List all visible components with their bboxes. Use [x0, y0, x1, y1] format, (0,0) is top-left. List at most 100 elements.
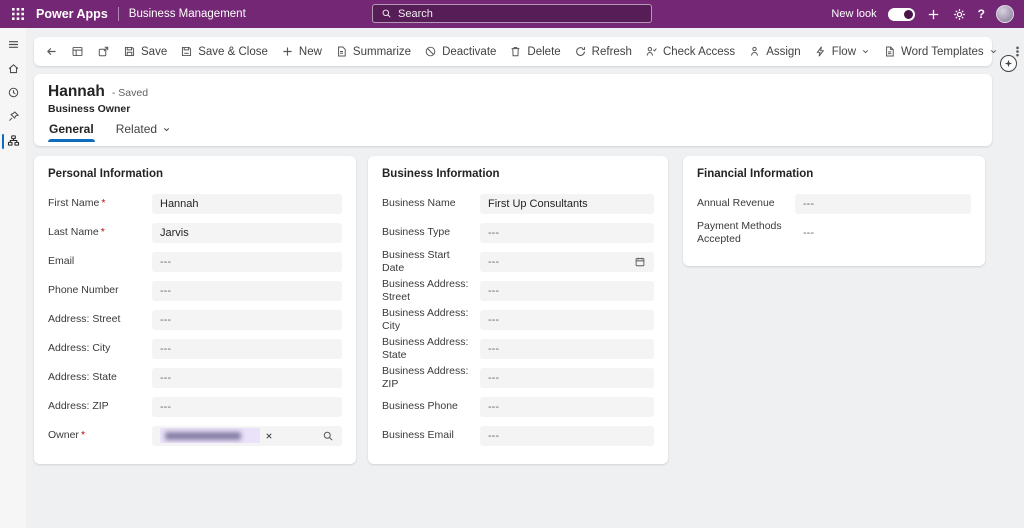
business-address-zip-input[interactable]: ---	[480, 367, 654, 388]
field-label: Last Name	[48, 226, 99, 239]
app-launcher-icon[interactable]	[10, 6, 26, 22]
field-label: Address: ZIP	[48, 400, 109, 413]
section-title: Financial Information	[697, 168, 814, 180]
tab-general[interactable]: General	[48, 122, 95, 142]
tab-related[interactable]: Related	[115, 122, 172, 142]
field-row: Business Type ---	[382, 218, 654, 247]
field-row: Payment Methods Accepted ---	[697, 218, 971, 247]
save-and-close-button[interactable]: Save & Close	[174, 41, 274, 62]
new-look-toggle[interactable]	[887, 7, 915, 21]
address-zip-input[interactable]: ---	[152, 396, 342, 417]
field-label: Email	[48, 255, 75, 268]
add-icon[interactable]	[926, 7, 941, 22]
remove-owner-icon[interactable]	[265, 432, 273, 440]
business-type-input[interactable]: ---	[480, 222, 654, 243]
section-title: Business Information	[382, 168, 500, 180]
top-header: Power Apps Business Management New look …	[0, 0, 1024, 28]
nav-menu-icon[interactable]	[0, 38, 26, 53]
record-header: Hannah - Saved Business Owner General Re…	[34, 74, 992, 146]
field-label: Annual Revenue	[697, 197, 775, 210]
payment-methods-value[interactable]: ---	[795, 227, 971, 239]
last-name-input[interactable]: Jarvis	[152, 222, 342, 243]
business-address-city-input[interactable]: ---	[480, 309, 654, 330]
field-row: Business Name First Up Consultants	[382, 189, 654, 218]
help-icon[interactable]: ?	[978, 7, 985, 22]
word-templates-button[interactable]: Word Templates	[877, 41, 1004, 62]
toggle-knob	[903, 9, 913, 19]
financial-information-section: Financial Information Annual Revenue ---…	[683, 156, 985, 266]
chevron-down-icon	[990, 50, 996, 54]
search-icon	[382, 9, 391, 18]
flow-label: Flow	[831, 45, 856, 58]
required-asterisk: *	[100, 226, 105, 239]
tab-general-label: General	[49, 122, 94, 136]
word-templates-label: Word Templates	[901, 45, 984, 58]
refresh-button[interactable]: Refresh	[568, 41, 638, 62]
new-label: New	[298, 45, 322, 58]
field-row: Business Address: ZIP ---	[382, 363, 654, 392]
field-label: First Name	[48, 197, 100, 210]
save-status: - Saved	[111, 87, 149, 99]
record-name: Hannah	[48, 83, 105, 100]
summarize-label: Summarize	[352, 45, 412, 58]
deactivate-button[interactable]: Deactivate	[418, 41, 502, 62]
phone-number-input[interactable]: ---	[152, 280, 342, 301]
address-state-input[interactable]: ---	[152, 367, 342, 388]
check-access-button[interactable]: Check Access	[639, 41, 741, 62]
nav-recent-icon[interactable]	[0, 86, 26, 101]
nav-business-owners-icon[interactable]	[0, 134, 26, 149]
calendar-icon[interactable]	[634, 256, 646, 268]
nav-home-icon[interactable]	[0, 62, 26, 77]
field-row: Address: ZIP ---	[48, 392, 342, 421]
assign-label: Assign	[766, 45, 801, 58]
settings-gear-icon[interactable]	[952, 7, 967, 22]
popout-button[interactable]	[91, 41, 116, 62]
field-row: Business Address: State ---	[382, 334, 654, 363]
field-label: Business Address: Street	[382, 277, 469, 303]
business-information-section: Business Information Business Name First…	[368, 156, 668, 464]
blurred-owner-value	[165, 431, 241, 440]
new-button[interactable]: New	[275, 41, 328, 62]
save-label: Save	[141, 45, 168, 58]
owner-lookup-pill[interactable]	[160, 428, 260, 443]
search-input[interactable]	[398, 7, 643, 20]
email-input[interactable]: ---	[152, 251, 342, 272]
business-email-input[interactable]: ---	[480, 425, 654, 446]
business-start-date-input[interactable]: ---	[480, 251, 654, 272]
app-name[interactable]: Power Apps	[36, 7, 108, 21]
address-street-input[interactable]: ---	[152, 309, 342, 330]
new-look-label: New look	[831, 8, 877, 20]
required-asterisk: *	[101, 197, 106, 210]
save-button[interactable]: Save	[117, 41, 173, 62]
nav-pinned-icon[interactable]	[0, 110, 26, 125]
user-avatar[interactable]	[996, 5, 1014, 23]
field-label: Address: Street	[48, 313, 121, 326]
field-label: Business Phone	[382, 400, 458, 413]
annual-revenue-input[interactable]: ---	[795, 193, 971, 214]
business-phone-input[interactable]: ---	[480, 396, 654, 417]
field-row: Business Address: City ---	[382, 305, 654, 334]
lookup-search-icon[interactable]	[322, 430, 334, 442]
summarize-button[interactable]: Summarize	[329, 41, 417, 62]
field-label: Business Address: State	[382, 335, 469, 361]
back-button[interactable]	[39, 41, 64, 62]
flow-button[interactable]: Flow	[808, 41, 876, 62]
first-name-input[interactable]: Hannah	[152, 193, 342, 214]
field-label: Phone Number	[48, 284, 119, 297]
command-bar: Save Save & Close New Summarize Deactiva…	[34, 37, 1019, 66]
owner-lookup-field[interactable]	[152, 425, 342, 446]
business-address-street-input[interactable]: ---	[480, 280, 654, 301]
delete-button[interactable]: Delete	[503, 41, 566, 62]
assistant-icon[interactable]	[1000, 55, 1017, 72]
field-label: Business Address: ZIP	[382, 364, 469, 390]
business-address-state-input[interactable]: ---	[480, 338, 654, 359]
assign-button[interactable]: Assign	[742, 41, 807, 62]
check-access-label: Check Access	[662, 45, 736, 58]
business-name-input[interactable]: First Up Consultants	[480, 193, 654, 214]
form-view-icon[interactable]	[65, 41, 90, 62]
field-row: Business Start Date ---	[382, 247, 654, 276]
record-entity: Business Owner	[48, 103, 131, 115]
side-nav-rail	[0, 28, 26, 528]
global-search[interactable]	[372, 4, 652, 23]
address-city-input[interactable]: ---	[152, 338, 342, 359]
